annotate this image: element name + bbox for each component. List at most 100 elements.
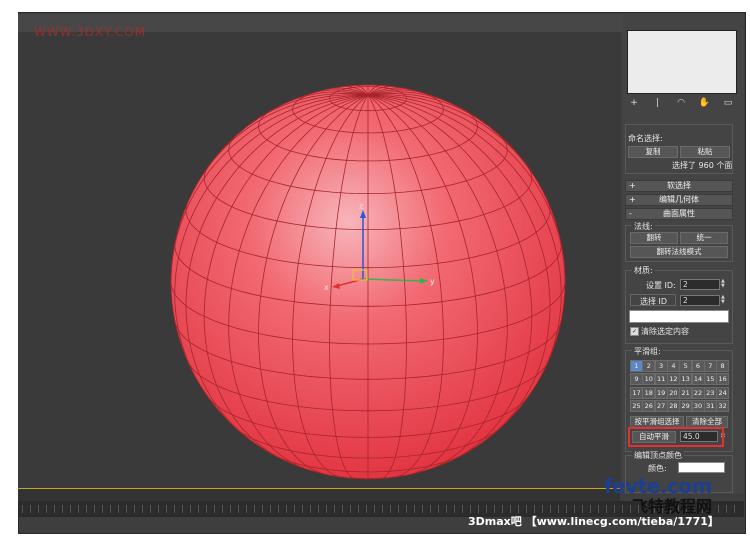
smoothing-group-button[interactable]: 12 — [666, 373, 680, 386]
track-tick — [86, 505, 87, 513]
select-id-button[interactable] — [630, 294, 676, 306]
smoothing-group-button[interactable]: 20 — [666, 386, 680, 399]
site-watermark: WWW.3DXY.COM — [34, 25, 147, 39]
smoothing-group-button[interactable]: 2 — [642, 360, 656, 372]
paste-button[interactable]: 粘贴 — [680, 146, 730, 158]
clear-selection-label: 清除选定内容 — [641, 327, 689, 336]
smoothing-group-button[interactable]: 18 — [642, 386, 656, 399]
unify-button[interactable]: 统一 — [680, 232, 728, 244]
rollout-surface-properties[interactable]: - 曲面属性 — [625, 208, 733, 220]
smoothing-group-button[interactable]: 32 — [716, 400, 730, 413]
rollout-edit-geometry[interactable]: + 编辑几何体 — [625, 194, 733, 206]
track-tick — [262, 505, 263, 513]
smoothing-group-button[interactable]: 3 — [654, 360, 668, 372]
smoothing-group-button[interactable]: 4 — [666, 360, 680, 372]
track-tick — [718, 505, 719, 513]
track-tick — [454, 505, 455, 513]
z-axis-label: z — [359, 202, 363, 211]
track-tick — [286, 505, 287, 513]
smoothing-group-button[interactable]: 21 — [679, 386, 693, 399]
track-tick — [30, 505, 31, 513]
smoothing-group-button[interactable]: 9 — [630, 373, 643, 386]
smoothing-group-button[interactable]: 15 — [703, 373, 717, 386]
smoothing-group-button[interactable]: 8 — [716, 360, 730, 372]
flip-normal-mode-button[interactable]: 翻转法线模式 — [630, 246, 728, 258]
time-slider[interactable] — [18, 488, 620, 501]
smoothing-group-button[interactable]: 7 — [703, 360, 717, 372]
modify-tab-icon[interactable]: | — [651, 98, 665, 110]
smoothing-group-button[interactable]: 30 — [691, 400, 705, 413]
smoothing-group-button[interactable]: 10 — [642, 373, 656, 386]
smoothing-group-button[interactable]: 16 — [716, 373, 730, 386]
flip-button[interactable]: 翻转 — [630, 232, 678, 244]
smoothing-group-button[interactable]: 11 — [654, 373, 668, 386]
smoothing-group-button[interactable]: 17 — [630, 386, 643, 399]
smoothing-group-button[interactable]: 26 — [642, 400, 656, 413]
track-tick — [382, 505, 383, 513]
viewport-scene: z y x — [170, 84, 566, 480]
track-tick — [214, 505, 215, 513]
track-tick — [102, 505, 103, 513]
smoothing-group-button[interactable]: 14 — [691, 373, 705, 386]
rollout-title: 软选择 — [667, 181, 691, 190]
smoothing-group-button[interactable]: 24 — [716, 386, 730, 399]
display-tab-icon[interactable]: ▭ — [721, 98, 735, 110]
smoothing-group-button[interactable]: 27 — [654, 400, 668, 413]
smoothing-group-button[interactable]: 6 — [691, 360, 705, 372]
smoothing-group-button[interactable]: 1 — [630, 360, 643, 372]
track-tick — [526, 505, 527, 513]
clear-selection-checkbox[interactable]: ✓ — [630, 327, 639, 336]
smoothing-group-button[interactable]: 23 — [703, 386, 717, 399]
track-tick — [126, 505, 127, 513]
track-tick — [326, 505, 327, 513]
smoothing-group-button[interactable]: 28 — [666, 400, 680, 413]
smoothing-group-button[interactable]: 19 — [654, 386, 668, 399]
track-tick — [534, 505, 535, 513]
track-tick — [630, 505, 631, 513]
track-tick — [558, 505, 559, 513]
smoothing-group-button[interactable]: 5 — [679, 360, 693, 372]
track-tick — [366, 505, 367, 513]
select-id-spinner-icon[interactable]: ▲ ▼ — [721, 295, 727, 305]
track-tick — [590, 505, 591, 513]
vertex-color-swatch[interactable] — [678, 462, 725, 473]
track-tick — [414, 505, 415, 513]
track-tick — [198, 505, 199, 513]
highlight-box — [628, 427, 724, 447]
track-tick — [278, 505, 279, 513]
track-tick — [430, 505, 431, 513]
material-name-dropdown[interactable] — [629, 310, 729, 323]
material-preview — [627, 30, 737, 94]
track-tick — [118, 505, 119, 513]
track-tick — [134, 505, 135, 513]
track-tick — [230, 505, 231, 513]
smoothing-group-button[interactable]: 13 — [679, 373, 693, 386]
track-tick — [582, 505, 583, 513]
smoothing-group-button[interactable]: 25 — [630, 400, 643, 413]
set-id-spinner-icon[interactable]: ▲ ▼ — [721, 279, 727, 289]
track-tick — [470, 505, 471, 513]
smoothing-group-button[interactable]: 22 — [691, 386, 705, 399]
x-axis-label: x — [324, 283, 329, 292]
perspective-viewport[interactable]: z y x — [18, 32, 620, 500]
vertex-colors-label: 编辑顶点颜色 — [632, 450, 684, 461]
track-tick — [294, 505, 295, 513]
track-tick — [150, 505, 151, 513]
copy-button[interactable]: 复制 — [628, 146, 678, 158]
hierarchy-tab-icon[interactable]: ◠ — [674, 98, 688, 110]
track-tick — [78, 505, 79, 513]
smoothing-group-button[interactable]: 31 — [703, 400, 717, 413]
track-tick — [62, 505, 63, 513]
track-tick — [22, 505, 23, 513]
select-id-field[interactable]: 2 — [680, 295, 720, 306]
set-id-field[interactable]: 2 — [680, 279, 720, 290]
rollout-soft-selection[interactable]: + 软选择 — [625, 180, 733, 192]
create-tab-icon[interactable]: + — [627, 98, 641, 110]
track-tick — [566, 505, 567, 513]
track-tick — [270, 505, 271, 513]
track-tick — [246, 505, 247, 513]
motion-tab-icon[interactable]: ✋ — [698, 98, 712, 110]
rollout-title: 曲面属性 — [663, 209, 695, 218]
smoothing-group-button[interactable]: 29 — [679, 400, 693, 413]
track-tick — [110, 505, 111, 513]
